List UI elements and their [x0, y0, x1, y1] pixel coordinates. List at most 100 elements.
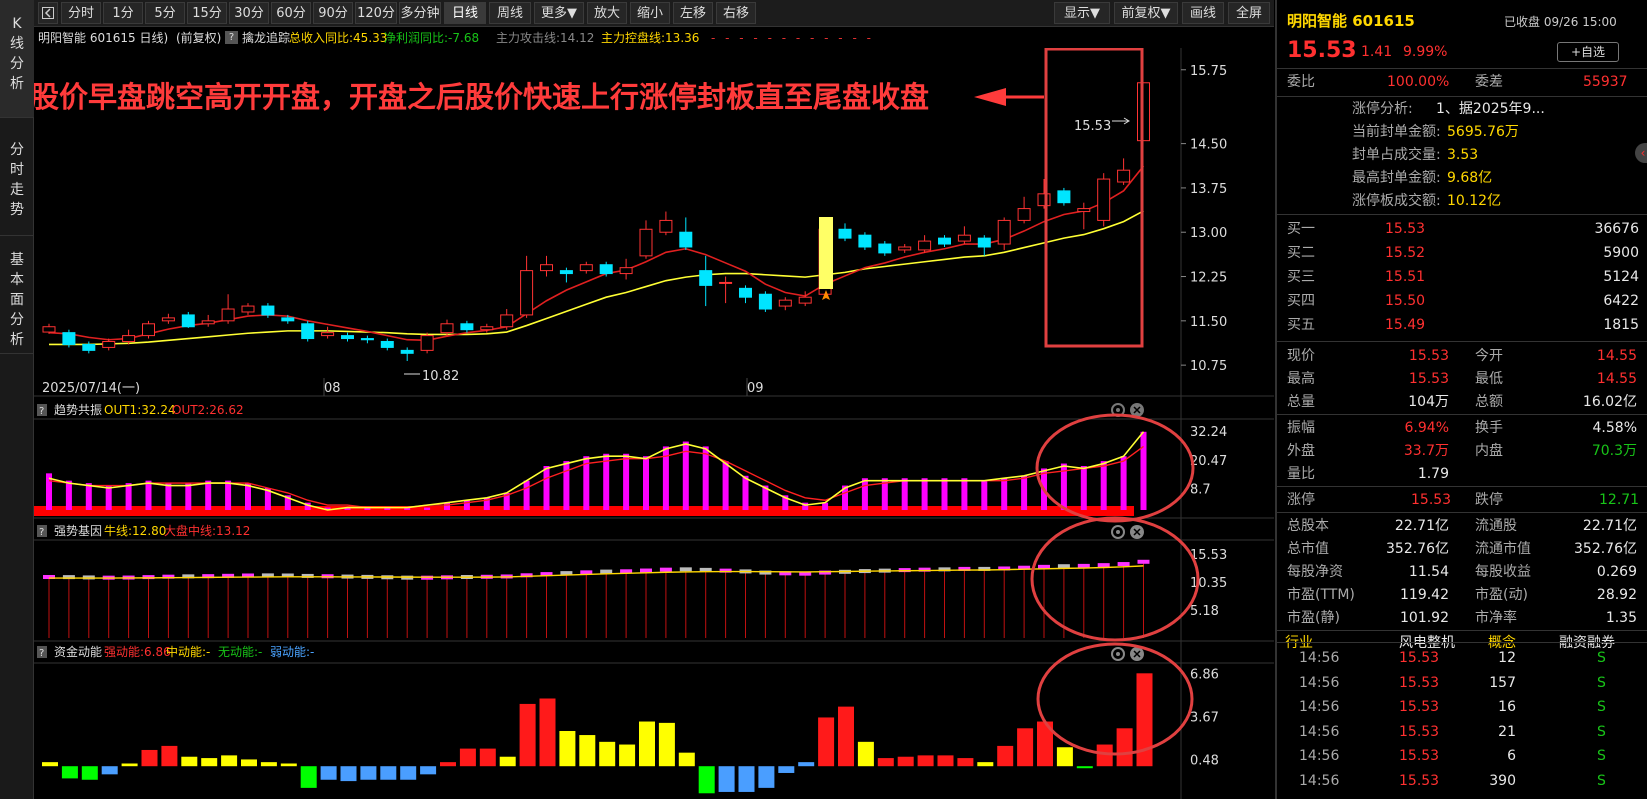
- stat-value: 22.71亿: [1394, 518, 1449, 534]
- tab-multi-min[interactable]: 多分钟: [399, 2, 441, 24]
- candle-body: [639, 228, 653, 257]
- bid-volume: 36676: [1594, 221, 1639, 237]
- sub3-bar: [300, 766, 317, 788]
- bid-price: 15.50: [1385, 293, 1426, 309]
- tick-volume: 157: [1489, 674, 1516, 691]
- fullscreen-button[interactable]: 全屏: [1228, 2, 1270, 24]
- candle-body: [321, 332, 335, 337]
- bid-row[interactable]: 买五 15.49 1815: [1277, 313, 1647, 337]
- candle-body: [559, 270, 573, 275]
- zoom-in-button[interactable]: 放大: [587, 2, 627, 24]
- add-watchlist-button[interactable]: +自选: [1557, 42, 1619, 62]
- tab-5min[interactable]: 5分: [145, 2, 185, 24]
- tab-intraday[interactable]: 分时走势: [0, 118, 34, 236]
- bid-row[interactable]: 买二 15.52 5900: [1277, 241, 1647, 265]
- sub3-bar: [121, 763, 138, 767]
- back-icon[interactable]: [38, 2, 58, 24]
- tab-60min[interactable]: 60分: [271, 2, 311, 24]
- candle-body: [1077, 208, 1091, 213]
- sub3-bar: [499, 756, 516, 767]
- sub1-bar: [185, 483, 192, 510]
- help-icon[interactable]: ?: [225, 31, 238, 44]
- bid-label: 买一: [1287, 221, 1315, 237]
- candle[interactable]: [758, 291, 772, 312]
- limit-down-label: 跌停: [1475, 492, 1503, 508]
- candle[interactable]: [1057, 187, 1071, 206]
- zoom-out-button[interactable]: 缩小: [630, 2, 670, 24]
- sub3-bar: [698, 766, 715, 794]
- tab-90min[interactable]: 90分: [313, 2, 353, 24]
- sub1-bar: [981, 480, 988, 510]
- sub1-bar: [1021, 475, 1028, 510]
- candle-body: [758, 293, 772, 310]
- bid-label: 买三: [1287, 269, 1315, 285]
- tab-weekly[interactable]: 周线: [489, 2, 531, 24]
- candle-body: [241, 305, 255, 313]
- sub3-close-icon[interactable]: [1130, 647, 1144, 661]
- limit-k4: 涨停板成交额:: [1352, 193, 1441, 209]
- stat-key: 总额: [1475, 394, 1503, 410]
- stat-row: 市盈(静) 101.92 市净率 1.35: [1277, 606, 1647, 630]
- stat-value: 22.71亿: [1582, 518, 1637, 534]
- limit-up-value: 15.53: [1411, 492, 1452, 508]
- tab-fundamentals[interactable]: 基本面分析: [0, 236, 34, 354]
- adjust-dropdown[interactable]: 前复权▼: [1114, 2, 1178, 24]
- kline-chart[interactable]: 15.75 14.50 13.75 13.00 12.25 11.50 10.75 2025…: [34, 48, 1274, 799]
- candle[interactable]: [301, 320, 315, 342]
- tab-1min[interactable]: 1分: [103, 2, 143, 24]
- stat-key: 市盈(动): [1475, 587, 1528, 603]
- bid-row[interactable]: 买一 15.53 36676: [1277, 217, 1647, 241]
- candle[interactable]: [62, 329, 76, 348]
- candle-body: [420, 335, 434, 351]
- candle[interactable]: [420, 332, 434, 354]
- tab-120min[interactable]: 120分: [355, 2, 397, 24]
- stat-value: 16.02亿: [1582, 394, 1637, 410]
- bid-row[interactable]: 买四 15.50 6422: [1277, 289, 1647, 313]
- tab-15min[interactable]: 15分: [187, 2, 227, 24]
- sub1-out1: OUT1:32.24: [104, 403, 176, 417]
- sub2-title: 强势基因: [54, 524, 102, 538]
- move-right-button[interactable]: 右移: [716, 2, 756, 24]
- more-dropdown[interactable]: 更多▼: [534, 2, 584, 24]
- bid-volume: 5124: [1603, 269, 1639, 285]
- sub2-block: [640, 568, 652, 573]
- tab-30min[interactable]: 30分: [229, 2, 269, 24]
- candle[interactable]: [858, 232, 872, 250]
- tab-daily[interactable]: 日线: [444, 2, 486, 24]
- stat-row: 市盈(TTM) 119.42 市盈(动) 28.92: [1277, 583, 1647, 607]
- tick-price: 15.53: [1399, 650, 1440, 666]
- sub3-bar: [440, 762, 456, 767]
- bid-row[interactable]: 买三 15.51 5124: [1277, 265, 1647, 289]
- bid-label: 买四: [1287, 293, 1315, 309]
- draw-line-button[interactable]: 画线: [1182, 2, 1224, 24]
- tick-volume: 12: [1498, 650, 1516, 666]
- candle[interactable]: [142, 320, 155, 339]
- revenue-yoy: 总收入同比:45.33: [289, 31, 388, 45]
- sub2-y-tick: 5.18: [1190, 604, 1219, 619]
- bid-price: 15.52: [1385, 245, 1426, 261]
- candle-body: [62, 332, 76, 345]
- low-price-label: 10.82: [422, 369, 459, 384]
- stat-row: 总股本 22.71亿 流通股 22.71亿: [1277, 514, 1647, 538]
- display-dropdown[interactable]: 显示▼: [1054, 2, 1110, 24]
- sub1-bar: [643, 456, 649, 510]
- sub1-bar: [623, 453, 630, 510]
- stat-key: 最高: [1287, 371, 1315, 387]
- move-left-button[interactable]: 左移: [673, 2, 713, 24]
- tab-kline-analysis[interactable]: K线分析: [0, 0, 34, 118]
- tab-fenshi[interactable]: 分时: [61, 2, 101, 24]
- candle[interactable]: [1097, 173, 1111, 227]
- sub3-bar: [778, 766, 795, 773]
- bid-volume: 1815: [1603, 317, 1639, 333]
- stat-value: 352.76亿: [1574, 541, 1637, 557]
- sub3-bar: [877, 758, 894, 767]
- y-tick-label: 10.75: [1190, 359, 1227, 374]
- sub3-bar: [479, 748, 496, 767]
- stat-value: 4.58%: [1592, 420, 1637, 436]
- tick-side: S: [1597, 723, 1606, 740]
- sub2-close-icon[interactable]: [1130, 525, 1144, 539]
- stat-value: 104万: [1408, 394, 1449, 410]
- stat-value: 101.92: [1400, 610, 1449, 626]
- stat-key: 现价: [1287, 348, 1315, 364]
- candle-body: [400, 349, 414, 354]
